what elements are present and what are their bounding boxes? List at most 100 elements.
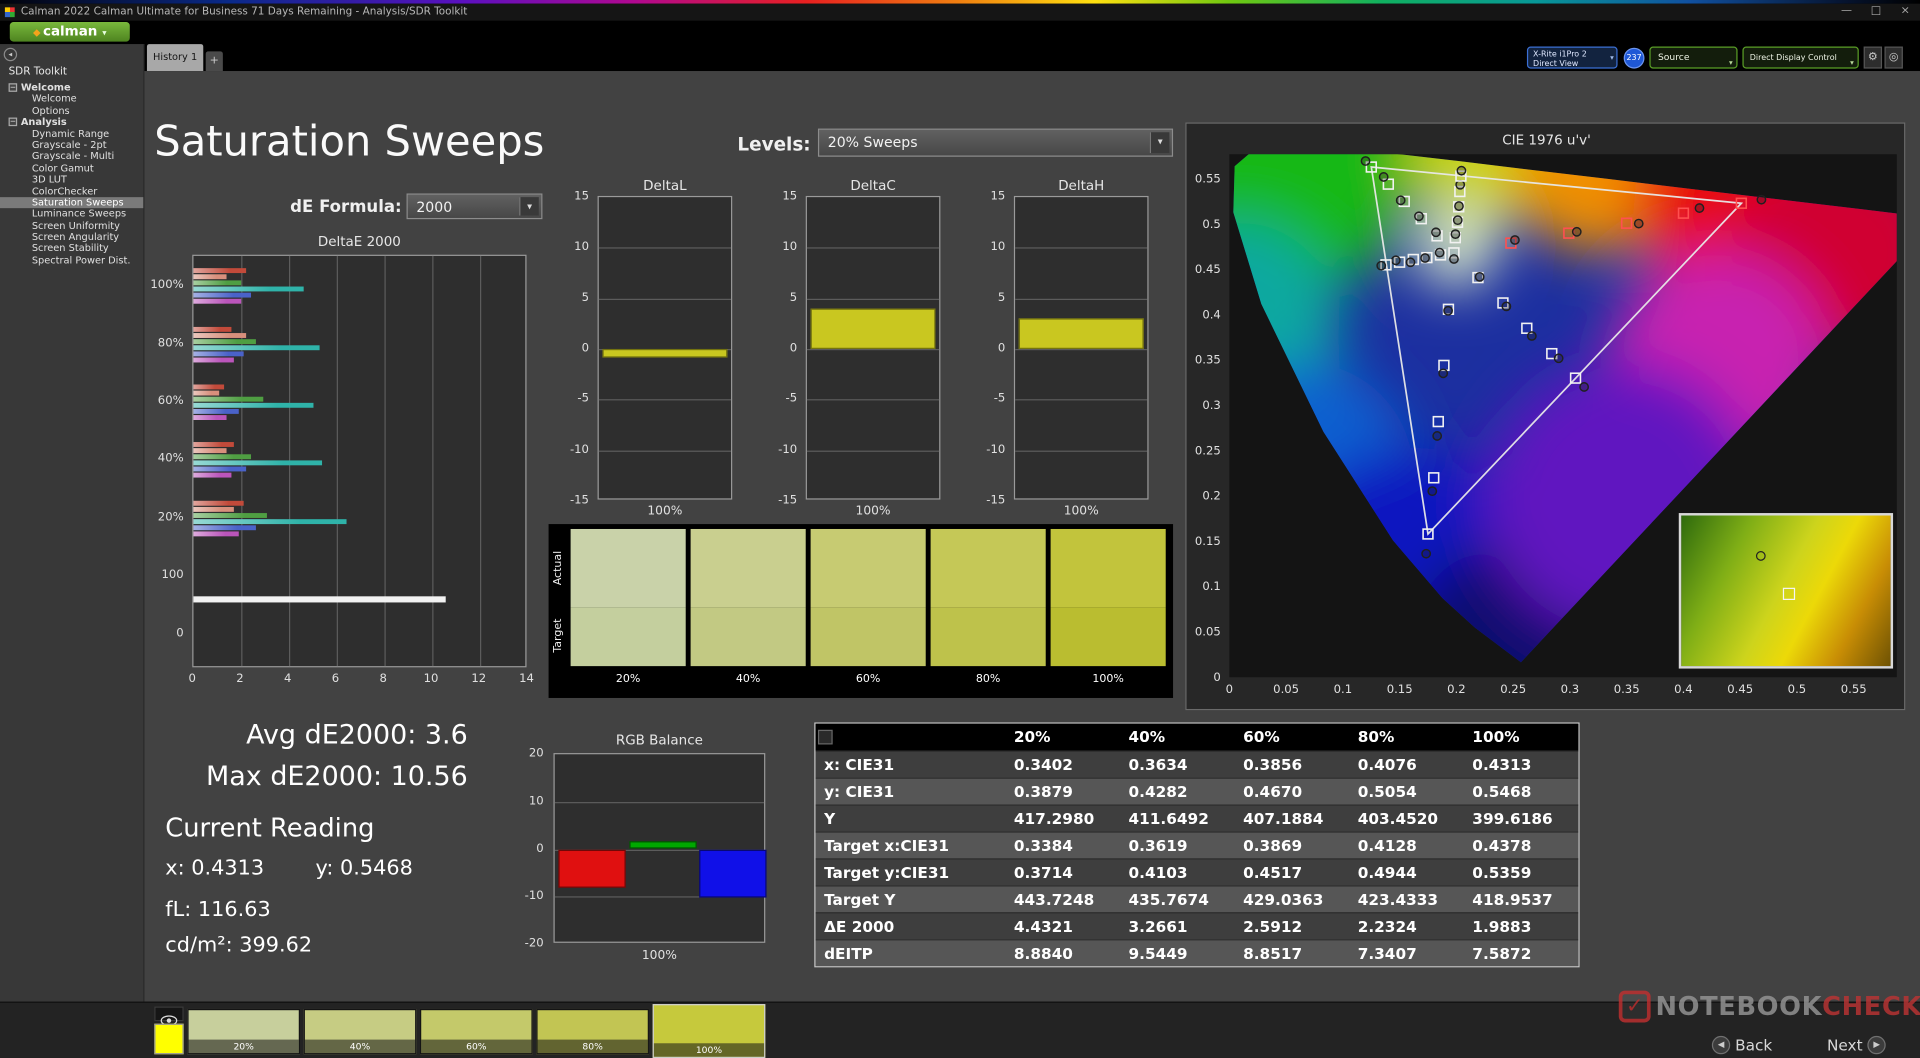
- table-cell: 0.4128: [1349, 833, 1464, 859]
- watermark-text-2: CHECK: [1822, 992, 1920, 1021]
- axis-tick-label: 20: [512, 747, 544, 760]
- axis-tick-label: 100: [144, 568, 183, 581]
- tab-history-1[interactable]: History 1: [147, 44, 203, 71]
- target-icon[interactable]: ◎: [1884, 47, 1902, 69]
- window-title: Calman 2022 Calman Ultimate for Business…: [21, 4, 468, 21]
- sidebar-item-saturation-sweeps[interactable]: Saturation Sweeps: [0, 197, 143, 208]
- de-bar: [193, 448, 226, 453]
- sidebar-item-screen-uniformity[interactable]: Screen Uniformity: [0, 220, 143, 231]
- minimize-icon[interactable]: —: [1834, 4, 1858, 21]
- table-row-label: Target x:CIE31: [816, 833, 1006, 859]
- tree-expander-icon[interactable]: −: [9, 118, 18, 127]
- sidebar-item-luminance-sweeps[interactable]: Luminance Sweeps: [0, 209, 143, 220]
- cie-chart-title: CIE 1976 u'v': [1187, 132, 1907, 148]
- de-bar: [193, 454, 250, 459]
- de-formula-select[interactable]: 2000▾: [407, 193, 543, 219]
- source-dropdown[interactable]: Source▾: [1649, 47, 1737, 69]
- axis-tick-label: 4: [273, 672, 302, 685]
- de-formula-label: dE Formula:: [264, 197, 401, 217]
- deltal-chart-title: DeltaL: [598, 178, 733, 194]
- de-summary: Avg dE2000: 3.6 Max dE2000: 10.56: [144, 715, 467, 798]
- panel-collapse-icon[interactable]: ◂: [4, 48, 17, 61]
- de-bar: [193, 333, 246, 338]
- bottom-swatch-20%[interactable]: 20%: [187, 1009, 300, 1054]
- axis-tick-label: -5: [767, 392, 798, 405]
- sidebar-item-color-gamut[interactable]: Color Gamut: [0, 163, 143, 174]
- swatch-column: 40%: [691, 529, 806, 698]
- add-tab-button[interactable]: +: [206, 51, 223, 71]
- actual-swatch: [931, 529, 1046, 607]
- table-row: Y417.2980411.6492407.1884403.4520399.618…: [816, 804, 1579, 831]
- display-control-dropdown[interactable]: Direct Display Control▾: [1742, 47, 1858, 69]
- logo-label: calman: [43, 23, 97, 39]
- calman-menu-button[interactable]: ◆calman▾: [10, 22, 130, 42]
- de-bar: [193, 442, 234, 447]
- sidebar-item-welcome[interactable]: −Welcome: [0, 82, 143, 93]
- gridline: [599, 298, 731, 299]
- levels-select[interactable]: 20% Sweeps▾: [818, 129, 1173, 157]
- gridline: [1015, 248, 1147, 249]
- table-cell: 0.3856: [1235, 752, 1350, 778]
- sidebar-item-grayscale-2pt[interactable]: Grayscale - 2pt: [0, 140, 143, 151]
- cie-chart-panel: CIE 1976 u'v' 00.050.10.150.20.250.30.35…: [1185, 122, 1905, 710]
- eye-icon[interactable]: [154, 1007, 183, 1022]
- sidebar-item-options[interactable]: Options: [0, 105, 143, 116]
- maximize-icon[interactable]: □: [1864, 4, 1888, 21]
- table-cell: 0.4670: [1235, 779, 1350, 805]
- next-label: Next: [1827, 1035, 1863, 1053]
- de-bar: [193, 275, 226, 280]
- de-bar: [193, 403, 312, 408]
- tab-row: ◀ History 1 + X-Rite i1Pro 2 Direct View…: [122, 44, 1920, 71]
- main-toolbar: ◆calman▾: [0, 21, 1920, 44]
- sidebar-item-screen-stability[interactable]: Screen Stability: [0, 243, 143, 254]
- table-row: Target Y443.7248435.7674429.0363423.4333…: [816, 885, 1579, 912]
- bottom-swatch-60%[interactable]: 60%: [420, 1009, 533, 1054]
- sidebar-item-dynamic-range[interactable]: Dynamic Range: [0, 128, 143, 139]
- de-bar: [193, 525, 255, 530]
- axis-tick-label: 5: [767, 291, 798, 304]
- levels-value: 20% Sweeps: [828, 133, 918, 150]
- sidebar-item-label: Grayscale - 2pt: [32, 140, 107, 151]
- bottom-swatch-40%[interactable]: 40%: [304, 1009, 417, 1054]
- meter-select-button[interactable]: X-Rite i1Pro 2 Direct View ▾: [1527, 47, 1618, 69]
- back-arrow-icon: ◀: [1712, 1035, 1730, 1053]
- axis-tick-label: 0.5: [1189, 218, 1221, 231]
- sidebar-item-spectral-power-dist-[interactable]: Spectral Power Dist.: [0, 255, 143, 266]
- sidebar-item-colorchecker[interactable]: ColorChecker: [0, 186, 143, 197]
- next-button[interactable]: Next ▶: [1827, 1033, 1886, 1055]
- measured-point-icon: [1756, 551, 1766, 561]
- gridline: [807, 349, 939, 350]
- current-patch-swatch[interactable]: [154, 1024, 183, 1055]
- table-header-cell: 80%: [1349, 724, 1464, 751]
- table-cell: 0.4944: [1349, 860, 1464, 886]
- axis-tick-label: 80%: [144, 337, 183, 350]
- de-bar: [193, 293, 250, 298]
- deltae-y-axis: 100%80%60%40%20%1000: [144, 255, 188, 668]
- axis-tick-label: -10: [975, 443, 1006, 456]
- bottom-swatch-80%[interactable]: 80%: [536, 1009, 649, 1054]
- de-bar: [193, 351, 243, 356]
- bottom-swatch-100%[interactable]: 100%: [653, 1004, 766, 1058]
- sidebar-item-analysis[interactable]: −Analysis: [0, 117, 143, 128]
- tree-expander-icon[interactable]: −: [9, 83, 18, 92]
- table-cell: 0.3634: [1120, 752, 1235, 778]
- de-bar: [193, 409, 238, 414]
- current-x: x: 0.4313: [165, 856, 264, 880]
- axis-tick-label: 8: [369, 672, 398, 685]
- close-icon[interactable]: ×: [1893, 4, 1917, 21]
- sidebar-item-grayscale-multi[interactable]: Grayscale - Multi: [0, 151, 143, 162]
- table-cell: 423.4333: [1349, 887, 1464, 913]
- sidebar-item-screen-angularity[interactable]: Screen Angularity: [0, 232, 143, 243]
- sidebar-item-3d-lut[interactable]: 3D LUT: [0, 174, 143, 185]
- axis-tick-label: 12: [464, 672, 493, 685]
- axis-tick-label: -10: [558, 443, 589, 456]
- deltal-y-axis: 151050-5-10-15: [558, 196, 594, 500]
- sidebar-item-welcome[interactable]: Welcome: [0, 94, 143, 105]
- gear-icon[interactable]: ⚙: [1864, 47, 1882, 69]
- table-row-label: y: CIE31: [816, 779, 1006, 805]
- axis-tick-label: 0.5: [1780, 683, 1814, 696]
- target-swatch: [931, 607, 1046, 666]
- cie-x-axis: 00.050.10.150.20.250.30.350.40.450.50.55: [1229, 683, 1896, 698]
- back-button[interactable]: ◀ Back: [1712, 1033, 1772, 1055]
- table-body: x: CIE310.34020.36340.38560.40760.4313y:…: [816, 751, 1579, 967]
